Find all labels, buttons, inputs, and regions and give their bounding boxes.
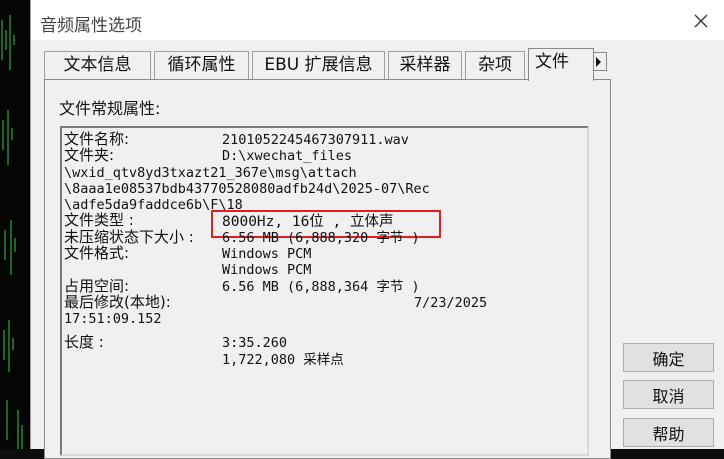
length-label: 长度 : — [64, 333, 104, 351]
ok-button[interactable]: 确定 — [623, 343, 714, 372]
file-info-box: 文件名称: 2101052245467307911.wav 文件夹: D:\xw… — [60, 126, 589, 456]
close-button[interactable] — [687, 7, 715, 35]
tab-loop-properties[interactable]: 循环属性 — [154, 51, 249, 79]
path-line-1: \wxid_qtv8yd3txazt21_367e\msg\attach — [64, 165, 357, 181]
tab-text-info[interactable]: 文本信息 — [44, 51, 151, 79]
background-waveform — [0, 0, 32, 449]
cancel-button[interactable]: 取消 — [623, 380, 714, 409]
tab-sampler[interactable]: 采样器 — [388, 51, 462, 79]
disk-space-value: 6.56 MB (6,888,364 字节 ) — [222, 279, 420, 295]
help-button[interactable]: 帮助 — [623, 418, 714, 447]
tab-file[interactable]: 文件 — [528, 48, 594, 81]
folder-value: D:\xwechat_files — [222, 148, 353, 164]
filename-label: 文件名称: — [64, 130, 130, 148]
last-modified-time: 17:51:09.152 — [64, 311, 162, 327]
disk-space-label: 占用空间: — [64, 277, 130, 295]
uncompressed-size-value: 6.56 MB (6,888,320 字节 ) — [222, 230, 420, 246]
folder-label: 文件夹: — [64, 146, 115, 164]
close-icon — [694, 14, 708, 28]
tab-ebu-extended-info[interactable]: EBU 扩展信息 — [252, 51, 385, 79]
file-tab-page: 文件常规属性: 文件名称: 2101052245467307911.wav 文件… — [44, 79, 611, 459]
title-bar: 音频属性选项 — [31, 0, 724, 40]
group-title: 文件常规属性: — [59, 99, 161, 118]
sample-count-value: 1,722,080 采样点 — [222, 352, 344, 368]
length-value: 3:35.260 — [222, 335, 288, 351]
file-format-value-2: Windows PCM — [222, 262, 312, 278]
file-type-label: 文件类型 : — [64, 211, 134, 229]
file-format-value-1: Windows PCM — [222, 246, 312, 262]
path-line-2: \8aaa1e08537bdb43770528080adfb24d\2025-0… — [64, 181, 430, 197]
last-modified-label: 最后修改(本地): — [64, 293, 171, 311]
file-format-label: 文件格式: — [64, 244, 130, 262]
dialog-title: 音频属性选项 — [40, 16, 142, 36]
last-modified-date: 7/23/2025 — [414, 295, 488, 311]
tab-misc[interactable]: 杂项 — [465, 51, 525, 79]
uncompressed-size-label: 未压缩状态下大小 : — [64, 228, 194, 246]
audio-properties-dialog: 音频属性选项 文本信息 循环属性 EBU 扩展信息 采样器 杂项 文件 文件常规… — [30, 0, 724, 459]
triangle-right-icon — [596, 56, 601, 67]
filename-value: 2101052245467307911.wav — [222, 132, 409, 148]
